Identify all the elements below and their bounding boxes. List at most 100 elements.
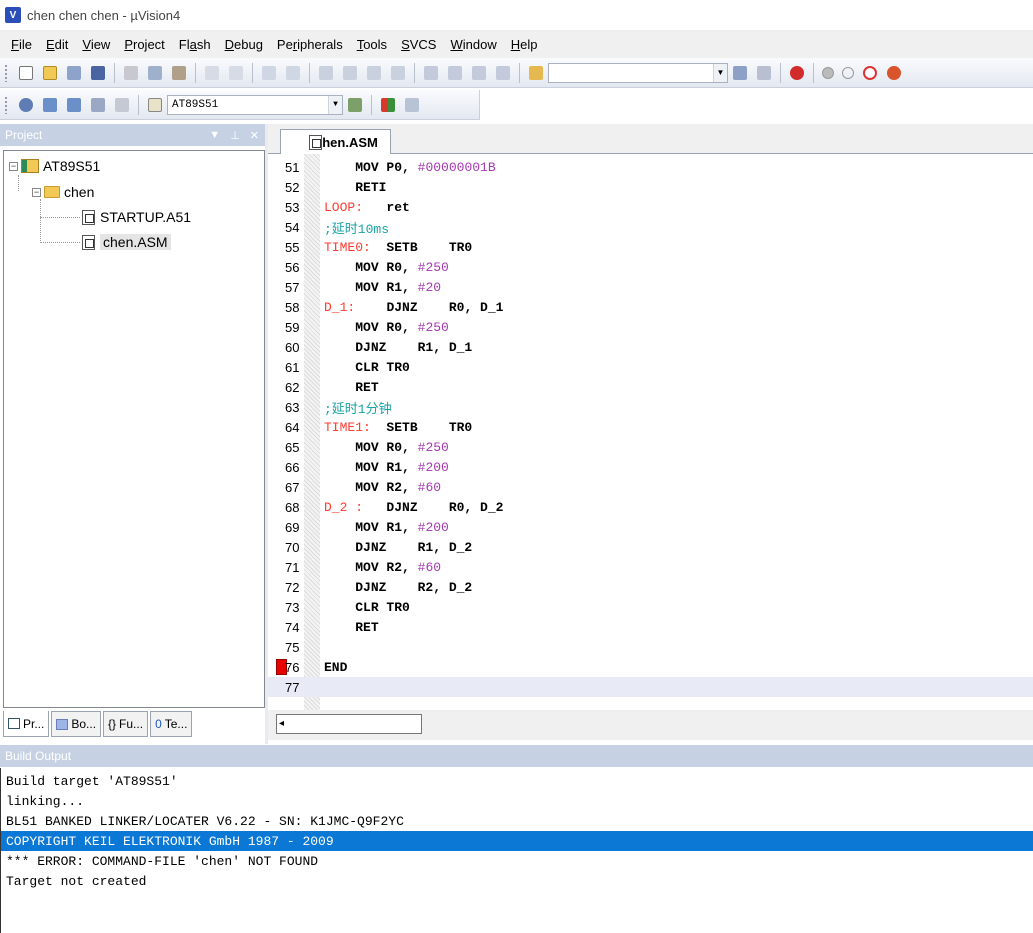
code-line[interactable]: 70 DJNZ R1, D_2 (268, 537, 1033, 557)
paste-button[interactable] (169, 63, 189, 83)
code-line[interactable]: 54 ;延时10ms (268, 217, 1033, 237)
new-file-button[interactable] (16, 63, 36, 83)
menu-tools[interactable]: Tools (350, 37, 394, 52)
toolbar-grip[interactable] (4, 95, 8, 114)
code-line[interactable]: 69 MOV R1, #200 (268, 517, 1033, 537)
redo-button[interactable] (226, 63, 246, 83)
build-output-pane[interactable]: Build target 'AT89S51' linking... BL51 BAN… (0, 768, 1033, 933)
stop-build-button[interactable] (112, 95, 132, 115)
find-in-files-button[interactable] (526, 63, 546, 83)
menu-project[interactable]: Project (117, 37, 171, 52)
code-line[interactable]: 62 RET (268, 377, 1033, 397)
build-output-line[interactable]: linking... (1, 791, 1033, 811)
code-editor[interactable]: 51 MOV P0, #00000001B 52 RETI 53 LOOP: ret 5… (268, 154, 1033, 710)
undo-button[interactable] (202, 63, 222, 83)
menu-help[interactable]: Help (504, 37, 545, 52)
code-line[interactable]: 74 RET (268, 617, 1033, 637)
bookmark-next-button[interactable] (364, 63, 384, 83)
code-line[interactable]: 71 MOV R2, #60 (268, 557, 1033, 577)
build-button[interactable] (40, 95, 60, 115)
tab-project[interactable]: Pr... (3, 711, 50, 737)
save-button[interactable] (64, 63, 84, 83)
manage-components-button[interactable] (378, 95, 398, 115)
save-all-button[interactable] (88, 63, 108, 83)
code-line[interactable]: 58 D_1: DJNZ R0, D_1 (268, 297, 1033, 317)
chevron-down-icon[interactable]: ▼ (713, 63, 727, 82)
kill-breakpoints-button[interactable] (884, 63, 904, 83)
build-output-line[interactable]: *** ERROR: COMMAND-FILE 'chen' NOT FOUND (1, 851, 1033, 871)
chevron-down-icon[interactable]: ▼ (328, 95, 342, 114)
code-line[interactable]: 64 TIME1: SETB TR0 (268, 417, 1033, 437)
copy-button[interactable] (145, 63, 165, 83)
panel-menu-icon[interactable]: ▼ (209, 129, 220, 142)
bookmark-insert-button[interactable] (316, 63, 336, 83)
menu-file[interactable]: File (4, 37, 39, 52)
code-line[interactable]: 73 CLR TR0 (268, 597, 1033, 617)
code-line[interactable]: 68 D_2 : DJNZ R0, D_2 (268, 497, 1033, 517)
bookmark-clear-button[interactable] (388, 63, 408, 83)
code-line[interactable]: 75 (268, 637, 1033, 657)
tab-books[interactable]: Bo... (51, 711, 102, 737)
scroll-left-icon[interactable]: ◂ (279, 718, 291, 730)
pin-icon[interactable]: ⊥ (230, 129, 240, 142)
code-line[interactable]: 53 LOOP: ret (268, 197, 1033, 217)
comment-button[interactable] (469, 63, 489, 83)
tree-node-group[interactable]: − chen (32, 181, 94, 203)
code-line[interactable]: 57 MOV R1, #20 (268, 277, 1033, 297)
navigate-forward-button[interactable] (283, 63, 303, 83)
editor-horizontal-scrollbar[interactable]: ◂ (268, 710, 1033, 740)
menu-window[interactable]: Window (443, 37, 503, 52)
tab-chen-asm[interactable]: chen.ASM (280, 129, 391, 155)
code-line[interactable]: 52 RETI (268, 177, 1033, 197)
code-line[interactable]: 76 END (268, 657, 1033, 677)
uncomment-button[interactable] (493, 63, 513, 83)
code-line[interactable]: 72 DJNZ R2, D_2 (268, 577, 1033, 597)
tab-functions[interactable]: {} Fu... (103, 711, 149, 737)
toolbar-grip[interactable] (4, 63, 8, 82)
file-extensions-button[interactable] (402, 95, 422, 115)
menu-peripherals[interactable]: Peripherals (270, 37, 350, 52)
build-output-line[interactable]: BL51 BANKED LINKER/LOCATER V6.22 - SN: K… (1, 811, 1033, 831)
tree-node-target[interactable]: − AT89S51 (9, 155, 100, 177)
code-line[interactable]: 56 MOV R0, #250 (268, 257, 1033, 277)
menu-flash[interactable]: Flash (172, 37, 218, 52)
build-output-line[interactable]: Build target 'AT89S51' (1, 771, 1033, 791)
code-line[interactable]: 67 MOV R2, #60 (268, 477, 1033, 497)
translate-button[interactable] (16, 95, 36, 115)
code-line[interactable]: 60 DJNZ R1, D_1 (268, 337, 1033, 357)
batch-build-button[interactable] (88, 95, 108, 115)
build-output-line[interactable]: Target not created (1, 871, 1033, 891)
close-icon[interactable]: ✕ (250, 129, 259, 142)
tree-node-file[interactable]: chen.ASM (82, 231, 171, 253)
target-select[interactable]: AT89S51 ▼ (167, 94, 343, 115)
incremental-find-button[interactable] (754, 63, 774, 83)
find-button[interactable] (730, 63, 750, 83)
menu-view[interactable]: View (75, 37, 117, 52)
tree-node-file[interactable]: STARTUP.A51 (82, 206, 191, 228)
target-options-button[interactable] (345, 95, 365, 115)
cut-button[interactable] (121, 63, 141, 83)
menu-edit[interactable]: Edit (39, 37, 75, 52)
menu-debug[interactable]: Debug (218, 37, 270, 52)
code-line[interactable]: 55 TIME0: SETB TR0 (268, 237, 1033, 257)
code-line[interactable]: 63 ;延时1分钟 (268, 397, 1033, 417)
find-combobox[interactable]: ▼ (548, 62, 728, 83)
debug-session-button[interactable] (787, 63, 807, 83)
navigate-back-button[interactable] (259, 63, 279, 83)
rebuild-button[interactable] (64, 95, 84, 115)
unindent-button[interactable] (445, 63, 465, 83)
indent-button[interactable] (421, 63, 441, 83)
code-line[interactable]: 66 MOV R1, #200 (268, 457, 1033, 477)
insert-breakpoint-icon[interactable] (822, 66, 834, 79)
disable-breakpoints-button[interactable] (860, 63, 880, 83)
open-file-button[interactable] (40, 63, 60, 83)
code-line[interactable]: 59 MOV R0, #250 (268, 317, 1033, 337)
scrollbar-track[interactable]: ◂ (276, 714, 422, 734)
code-line[interactable]: 77 (268, 677, 1033, 697)
code-line[interactable]: 51 MOV P0, #00000001B (268, 157, 1033, 177)
code-line[interactable]: 65 MOV R0, #250 (268, 437, 1033, 457)
code-line[interactable]: 61 CLR TR0 (268, 357, 1033, 377)
tab-templates[interactable]: 0 Te... (150, 711, 193, 737)
enable-breakpoint-icon[interactable] (842, 66, 854, 79)
build-output-line[interactable]: COPYRIGHT KEIL ELEKTRONIK GmbH 1987 - 20… (1, 831, 1033, 851)
